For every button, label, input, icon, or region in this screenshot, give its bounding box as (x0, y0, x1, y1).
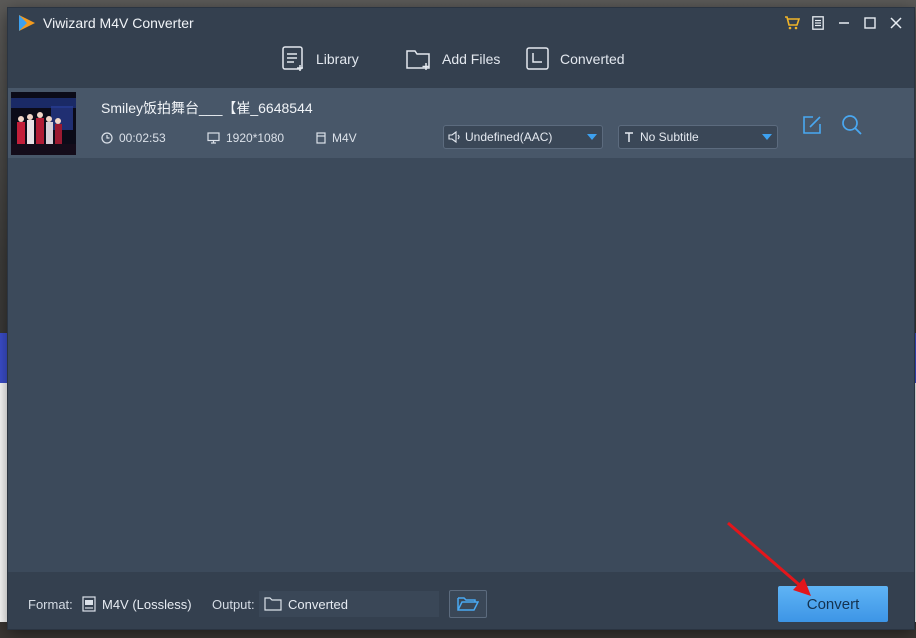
app-window: Viwizard M4V Converter Library Add Files… (8, 8, 914, 629)
edit-icon (803, 116, 821, 134)
resolution-text: 1920*1080 (226, 131, 285, 145)
audio-track-dropdown[interactable]: Undefined(AAC) (443, 125, 603, 149)
file-list-area (8, 158, 914, 572)
format-value: M4V (Lossless) (102, 596, 192, 612)
clock-icon (101, 132, 113, 144)
library-icon (282, 46, 303, 71)
menu-icon (812, 16, 824, 30)
app-title: Viwizard M4V Converter (43, 15, 194, 31)
maximize-button[interactable] (860, 12, 880, 34)
main-toolbar: Library Add Files Converted (8, 38, 914, 88)
close-icon (890, 17, 902, 29)
duration-meta: 00:02:53 (101, 131, 166, 145)
title-bar[interactable]: Viwizard M4V Converter (8, 8, 914, 38)
maximize-icon (864, 17, 876, 29)
chevron-down-icon (587, 134, 597, 140)
monitor-icon (207, 132, 220, 144)
format-label: Format: (28, 597, 73, 612)
add-files-button[interactable]: Add Files (406, 42, 500, 76)
add-folder-icon (406, 50, 430, 70)
bottom-bar: Format: M4V (Lossless) Output: Converted… (8, 572, 914, 629)
output-label: Output: (212, 597, 255, 612)
output-value: Converted (288, 596, 348, 612)
minimize-icon (839, 22, 849, 24)
converted-label: Converted (560, 51, 625, 67)
edit-button[interactable] (801, 114, 825, 138)
converted-button[interactable]: Converted (526, 42, 625, 76)
cart-button[interactable] (782, 12, 802, 34)
search-button[interactable] (841, 114, 865, 138)
file-format-icon (316, 132, 326, 144)
text-icon (625, 132, 633, 142)
close-button[interactable] (886, 12, 906, 34)
chevron-down-icon (762, 134, 772, 140)
speaker-icon (448, 131, 460, 143)
search-icon (842, 115, 862, 135)
library-button[interactable]: Library (282, 42, 359, 76)
folder-icon (264, 597, 282, 611)
open-folder-icon (457, 597, 479, 611)
convert-button[interactable]: Convert (778, 586, 888, 622)
video-thumbnail-image (11, 92, 76, 155)
file-row[interactable]: Smiley饭拍舞台___【崔_6648544 00:02:53 1920*10… (8, 88, 914, 158)
window-controls (782, 12, 906, 34)
minimize-button[interactable] (834, 12, 854, 34)
menu-button[interactable] (808, 12, 828, 34)
converted-icon (526, 47, 549, 70)
browse-output-button[interactable] (449, 590, 487, 618)
output-path-field[interactable]: Converted (259, 591, 439, 617)
duration-text: 00:02:53 (119, 131, 166, 145)
output-format-selector[interactable]: M4V (Lossless) (80, 591, 196, 617)
subtitle-dropdown[interactable]: No Subtitle (618, 125, 778, 149)
cart-icon (785, 16, 800, 30)
format-meta: M4V (316, 131, 357, 145)
format-text: M4V (332, 131, 357, 145)
app-logo-icon (19, 15, 35, 31)
resolution-meta: 1920*1080 (207, 131, 284, 145)
add-files-label: Add Files (442, 51, 501, 67)
file-title: Smiley饭拍舞台___【崔_6648544 (101, 100, 313, 116)
library-label: Library (316, 51, 359, 67)
audio-track-value: Undefined(AAC) (465, 130, 553, 144)
video-thumbnail (11, 92, 76, 155)
subtitle-value: No Subtitle (640, 130, 699, 144)
video-file-icon (82, 596, 96, 612)
